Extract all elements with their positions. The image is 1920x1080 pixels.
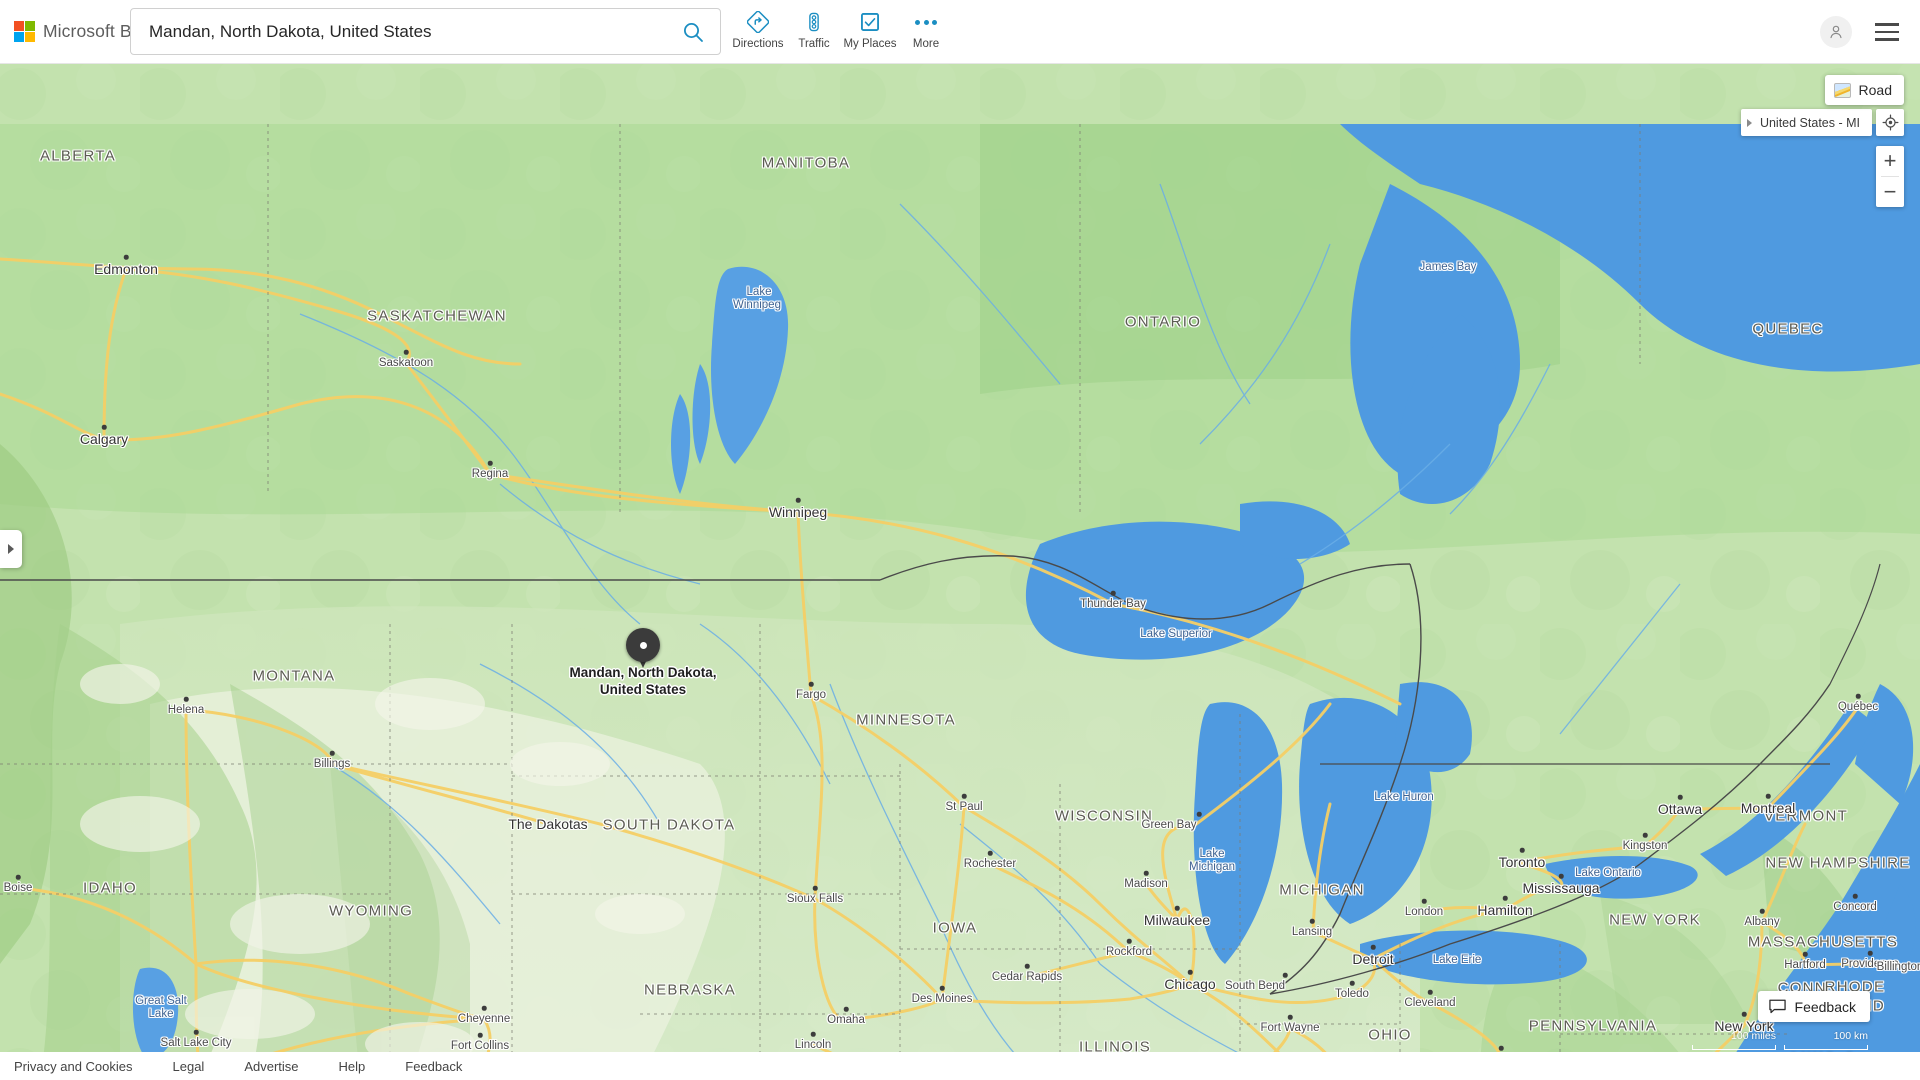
locale-button[interactable]: United States - MI (1740, 109, 1872, 136)
person-icon (1830, 25, 1842, 39)
map-style-icon (1833, 82, 1851, 98)
zoom-in-button[interactable]: + (1876, 146, 1904, 176)
microsoft-squares-icon (14, 21, 35, 42)
chevron-right-icon (1746, 118, 1752, 127)
side-panel-toggle[interactable] (0, 530, 22, 568)
map-tiles (0, 64, 1920, 1080)
pin-label: Mandan, North Dakota, United States (569, 664, 716, 698)
pin-label-line2: United States (599, 682, 687, 697)
directions-icon (747, 11, 769, 33)
footer-link-advertise[interactable]: Advertise (244, 1059, 298, 1074)
search-box[interactable] (130, 8, 721, 55)
map-feedback-label: Feedback (1794, 998, 1856, 1015)
search-input[interactable] (131, 21, 666, 42)
locale-label: United States - MI (1759, 115, 1860, 130)
footer-link-legal[interactable]: Legal (173, 1059, 205, 1074)
locate-me-icon (1882, 114, 1898, 131)
footer-link-help[interactable]: Help (339, 1059, 366, 1074)
hamburger-menu-icon (1875, 23, 1899, 26)
ellipsis-icon (915, 11, 937, 33)
speech-bubble-icon (1768, 999, 1786, 1014)
toolbar-more-label: More (912, 38, 940, 50)
toolbar-more[interactable]: More (898, 4, 954, 60)
toolbar-directions[interactable]: Directions (730, 4, 786, 60)
locate-me-button[interactable] (1876, 109, 1904, 136)
map-toolbar: Directions Traffic My Places More (730, 4, 954, 60)
map-style-button[interactable]: Road (1824, 75, 1904, 105)
footer-link-privacy-and-cookies[interactable]: Privacy and Cookies (14, 1059, 133, 1074)
zoom-out-button[interactable]: − (1876, 177, 1904, 207)
traffic-light-icon (803, 11, 825, 33)
pin-head-icon (626, 628, 660, 662)
expand-panel-icon (8, 544, 14, 554)
toolbar-directions-label: Directions (732, 38, 784, 50)
search-icon (684, 22, 703, 42)
map-viewport[interactable]: ALBERTA SASKATCHEWAN MANITOBA ONTARIO QUEBEC… (0, 64, 1920, 1080)
map-style-label: Road (1858, 82, 1892, 98)
account-button[interactable] (1820, 16, 1852, 48)
toolbar-traffic[interactable]: Traffic (786, 4, 842, 60)
zoom-controls: + − (1876, 146, 1904, 207)
header-actions (1820, 0, 1904, 64)
toolbar-my-places[interactable]: My Places (842, 4, 898, 60)
search-button[interactable] (666, 9, 720, 54)
toolbar-my-places-label: My Places (843, 38, 897, 50)
toolbar-traffic-label: Traffic (798, 38, 830, 50)
location-pin[interactable]: Mandan, North Dakota, United States (569, 628, 717, 697)
footer: Privacy and Cookies Legal Advertise Help Fee… (0, 1052, 1020, 1080)
main-menu-button[interactable] (1870, 15, 1904, 49)
checkbox-icon (859, 11, 881, 33)
footer-link-feedback[interactable]: Feedback (405, 1059, 462, 1074)
app-header: Microsoft Bing Directions (0, 0, 1920, 64)
map-feedback-button[interactable]: Feedback (1757, 991, 1870, 1022)
